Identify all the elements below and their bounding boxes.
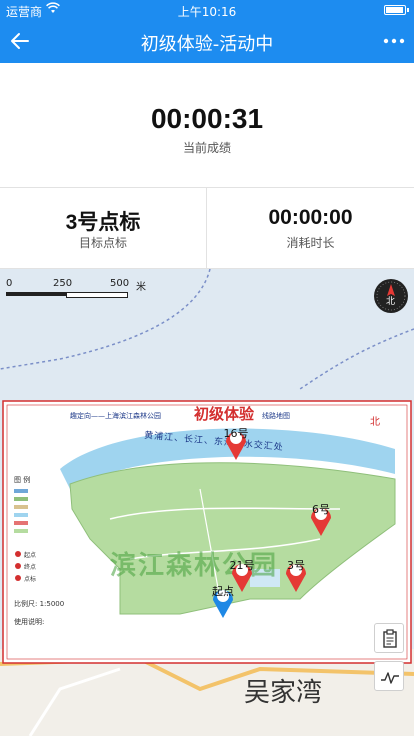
elapsed-label: 消耗时长: [286, 236, 335, 250]
target-stat: 3号点标 目标点标: [0, 188, 207, 269]
scale-zero: 0: [6, 278, 13, 289]
marker-label: 起点: [212, 585, 234, 598]
current-score-label: 当前成绩: [182, 141, 231, 155]
legend-north: 北: [370, 417, 380, 428]
current-score-time: 00:00:31: [150, 103, 264, 134]
map-marker-start[interactable]: 起点: [211, 585, 235, 619]
header-bar: 初级体验-活动中: [0, 20, 414, 63]
stats-row: 3号点标 目标点标 00:00:00 消耗时长: [0, 188, 414, 269]
compass-label: 北: [386, 297, 396, 307]
marker-label: 6号: [312, 503, 330, 516]
legend-heading: 图 例: [14, 476, 31, 484]
target-value: 3号点标: [65, 211, 141, 234]
status-bar: 运营商 上午10:16: [0, 0, 414, 20]
legend-scale: 比例尺: 1:5000: [14, 600, 65, 608]
legend-item-end: 终点: [24, 564, 37, 571]
map-marker-3[interactable]: 3号: [284, 559, 308, 593]
score-panel: 00:00:31 当前成绩: [0, 63, 414, 188]
instructions-heading: 使用说明:: [14, 618, 45, 626]
status-time: 上午10:16: [177, 5, 237, 19]
more-dots-icon[interactable]: [382, 29, 406, 53]
scale-line: [6, 292, 128, 298]
compass-icon[interactable]: 北: [373, 278, 409, 314]
map-base: [0, 269, 414, 736]
legend-item-start: 起点: [24, 552, 37, 559]
scale-mid: 250: [53, 278, 73, 289]
scale-max: 500: [110, 278, 130, 289]
track-chart-icon[interactable]: [374, 661, 404, 691]
clipboard-icon[interactable]: [374, 623, 404, 653]
target-label: 目标点标: [78, 236, 127, 250]
elapsed-value: 00:00:00: [268, 206, 353, 229]
park-subtitle-2: 线路地图: [262, 412, 290, 420]
marker-label: 3号: [287, 559, 305, 572]
place-name: 吴家湾: [244, 678, 323, 708]
marker-label: 16号: [223, 427, 249, 440]
marker-label: 21号: [229, 559, 255, 572]
park-subtitle: 趣定向——上海滨江森林公园: [70, 412, 161, 420]
map-marker-16[interactable]: 16号: [224, 427, 249, 461]
legend-item-point: 点标: [24, 576, 37, 583]
park-title: 初级体验: [194, 405, 255, 423]
elapsed-stat: 00:00:00 消耗时长: [207, 188, 414, 269]
page-title: 初级体验-活动中: [140, 34, 274, 55]
map-view[interactable]: 趣定向——上海滨江森林公园 初级体验 线路地图 北 黄浦江、长江、东海三水交汇处…: [0, 269, 414, 736]
battery-icon: [384, 5, 409, 15]
scale-unit: 米: [136, 282, 146, 293]
map-marker-6[interactable]: 6号: [309, 503, 333, 537]
